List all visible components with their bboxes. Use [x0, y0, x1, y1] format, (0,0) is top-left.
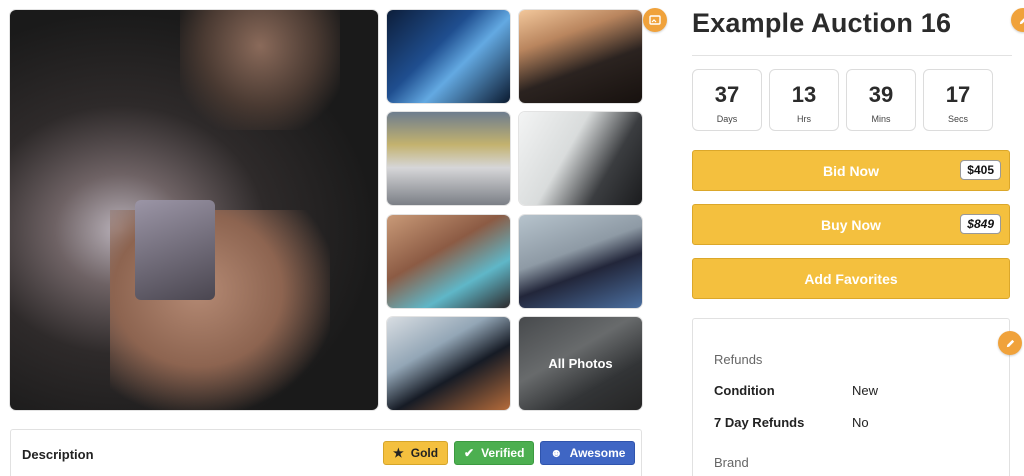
title-edit-icon[interactable]: [1011, 8, 1024, 32]
gallery-thumb-5[interactable]: [387, 215, 510, 308]
auction-title: Example Auction 16: [692, 8, 952, 38]
gallery-thumb-2[interactable]: [519, 10, 642, 103]
badge-verified-label: Verified: [481, 446, 525, 460]
badge-gold-label: Gold: [410, 446, 439, 460]
star-icon: ★: [393, 446, 404, 460]
countdown-seconds-value: 17: [945, 82, 971, 107]
pencil-icon: [1006, 339, 1014, 347]
refunds-heading: Refunds: [714, 352, 763, 367]
badge-verified[interactable]: ✔ Verified: [454, 441, 535, 465]
countdown-hours-label: Hrs: [797, 114, 811, 124]
gallery-thumb-3[interactable]: [387, 112, 510, 205]
buy-price-tag: $849: [960, 214, 1001, 234]
add-favorites-label: Add Favorites: [804, 270, 898, 287]
smile-icon: ☻: [550, 446, 563, 460]
detail-key-refunds: 7 Day Refunds: [714, 415, 805, 430]
gallery-thumb-6[interactable]: [519, 215, 642, 308]
buy-now-button[interactable]: Buy Now $849: [692, 204, 1010, 245]
countdown-days-value: 37: [714, 82, 740, 107]
all-photos-overlay[interactable]: All Photos: [519, 317, 642, 410]
countdown-minutes-label: Mins: [871, 114, 891, 124]
gallery-edit-icon[interactable]: [643, 8, 667, 32]
countdown-days: 37 Days: [692, 69, 762, 131]
photo-face-area: [180, 10, 340, 130]
image-edit-icon: [649, 15, 661, 25]
badge-awesome-label: Awesome: [569, 446, 626, 460]
details-edit-icon[interactable]: [998, 331, 1022, 355]
detail-value-refunds: No: [852, 415, 869, 430]
countdown-days-label: Days: [716, 114, 738, 124]
pencil-icon: [1019, 17, 1024, 24]
countdown-minutes-value: 39: [868, 82, 894, 107]
all-photos-thumb[interactable]: All Photos: [519, 317, 642, 410]
add-favorites-button[interactable]: Add Favorites: [692, 258, 1010, 299]
countdown-hours: 13 Hrs: [769, 69, 839, 131]
check-icon: ✔: [464, 446, 475, 460]
description-bar: Description ★ Gold ✔ Verified ☻ Awesome: [10, 429, 642, 476]
bid-now-label: Bid Now: [823, 162, 879, 179]
photo-device-area: [135, 200, 215, 300]
gallery-thumb-1[interactable]: [387, 10, 510, 103]
title-divider: [692, 55, 1012, 56]
badge-awesome[interactable]: ☻ Awesome: [540, 441, 636, 465]
gallery-thumb-4[interactable]: [519, 112, 642, 205]
bid-now-button[interactable]: Bid Now $405: [692, 150, 1010, 191]
detail-key-condition: Condition: [714, 383, 775, 398]
detail-value-condition: New: [852, 383, 879, 398]
description-title: Description: [22, 447, 94, 462]
details-panel: Refunds Condition New 7 Day Refunds No B…: [692, 318, 1010, 476]
main-photo[interactable]: [10, 10, 378, 410]
badge-gold[interactable]: ★ Gold: [383, 441, 449, 465]
bid-price-tag: $405: [960, 160, 1001, 180]
countdown-hours-value: 13: [791, 82, 817, 107]
gallery-thumb-7[interactable]: [387, 317, 510, 410]
all-photos-label: All Photos: [548, 356, 613, 371]
countdown-minutes: 39 Mins: [846, 69, 916, 131]
brand-heading: Brand: [714, 455, 749, 470]
buy-now-label: Buy Now: [821, 216, 881, 233]
countdown-seconds: 17 Secs: [923, 69, 993, 131]
countdown-seconds-label: Secs: [947, 114, 968, 124]
